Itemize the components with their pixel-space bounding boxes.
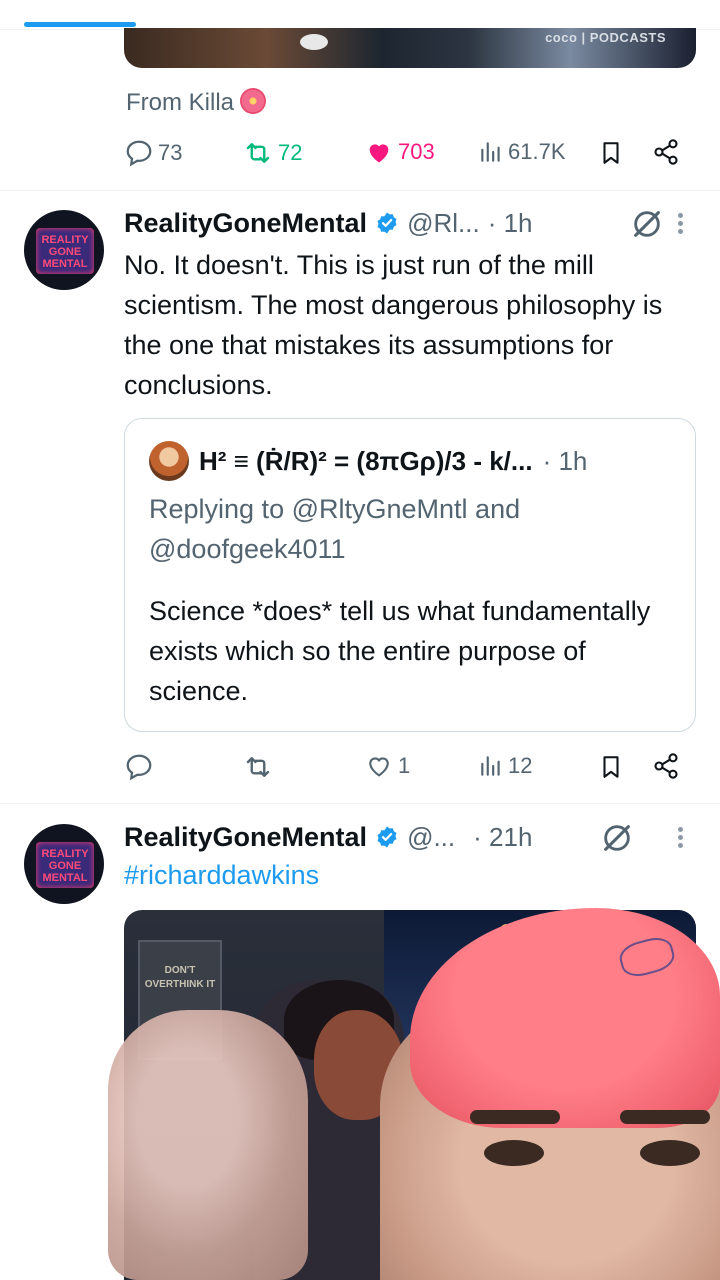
share-icon: [654, 753, 678, 779]
quote-avatar[interactable]: [149, 441, 189, 481]
tweet-divider: [0, 190, 720, 191]
timestamp[interactable]: · 1h: [488, 208, 533, 239]
poster-text: DON'T OVERTHINK IT: [144, 965, 216, 990]
grok-icon[interactable]: [600, 821, 634, 855]
bookmark-icon: [603, 142, 619, 164]
share-icon: [654, 139, 678, 165]
reply-button[interactable]: [124, 752, 158, 782]
active-tab-indicator: [24, 22, 136, 27]
avatar-neon-sign: REALITY GONE MENTAL: [36, 842, 94, 888]
retweet-button[interactable]: [242, 752, 278, 782]
mention-link-1[interactable]: @RltyGneMntl: [292, 494, 468, 524]
timestamp[interactable]: · 21h: [473, 822, 532, 853]
more-options-icon[interactable]: [670, 824, 690, 854]
mention-link-2[interactable]: @doofgeek4011: [149, 534, 346, 564]
tweet-header: RealityGoneMental @... · 21h: [124, 819, 634, 855]
hibiscus-icon: [240, 88, 267, 114]
quote-text: Science *does* tell us what fundamentall…: [149, 596, 651, 706]
replying-to-label: Replying to: [149, 494, 292, 524]
media-object: [300, 34, 328, 50]
verified-badge-icon: [377, 826, 397, 848]
retweet-count: 72: [278, 140, 303, 165]
like-button[interactable]: 1: [364, 752, 410, 780]
views-chart-icon: [481, 142, 500, 162]
like-button[interactable]: 703: [364, 138, 435, 166]
overlay-hand: [108, 1010, 308, 1280]
avatar-text: REALITY GONE MENTAL: [41, 234, 89, 270]
avatar-neon-sign: REALITY GONE MENTAL: [36, 228, 94, 274]
tweet-action-bar: 73 72 703 61.7K: [124, 138, 684, 172]
verified-badge-icon: [377, 212, 397, 234]
retweet-icon: [246, 143, 270, 163]
replying-to-line: Replying to @RltyGneMntl and @doofgeek40…: [149, 489, 669, 569]
quote-timestamp: · 1h: [542, 445, 588, 476]
retweet-icon: [246, 757, 270, 777]
share-button[interactable]: [652, 138, 680, 166]
handle[interactable]: @Rl...: [407, 208, 480, 239]
like-count: 703: [398, 139, 435, 164]
share-button[interactable]: [652, 752, 680, 780]
reply-button[interactable]: 73: [124, 138, 182, 168]
overlay-eyebrow: [470, 1110, 560, 1124]
reply-icon: [126, 754, 152, 781]
overlay-eyebrow: [620, 1110, 710, 1124]
quote-display-name: H² ≡ (Ṙ/R)² = (8πGρ)/3 - k/...: [199, 445, 533, 476]
tweet-header: RealityGoneMental @Rl... · 1h: [124, 205, 664, 241]
avatar[interactable]: REALITY GONE MENTAL: [24, 210, 104, 290]
tweet-divider: [0, 803, 720, 804]
overlay-eye: [484, 1140, 544, 1166]
views-button[interactable]: 61.7K: [478, 138, 566, 166]
tweet-action-bar: 1 12: [124, 752, 684, 786]
handle[interactable]: @...: [407, 822, 455, 853]
view-count: 61.7K: [508, 139, 566, 164]
reply-count: 73: [158, 140, 183, 165]
view-count: 12: [508, 753, 533, 778]
tweet-text: No. It doesn't. This is just run of the …: [124, 250, 663, 400]
retweet-button[interactable]: 72: [242, 138, 302, 168]
media-watermark: coco | PODCASTS: [545, 30, 666, 45]
quote-header: H² ≡ (Ṙ/R)² = (8πGρ)/3 - k/... · 1h: [149, 441, 587, 481]
display-name[interactable]: RealityGoneMental: [124, 822, 367, 853]
attribution-text: From Killa: [126, 89, 235, 116]
views-chart-icon: [481, 756, 500, 776]
display-name[interactable]: RealityGoneMental: [124, 208, 367, 239]
avatar-text: REALITY GONE MENTAL: [41, 848, 89, 884]
heart-filled-icon: [369, 144, 389, 163]
avatar[interactable]: REALITY GONE MENTAL: [24, 824, 104, 904]
bookmark-icon: [603, 756, 619, 778]
hashtag-link[interactable]: #richarddawkins: [124, 860, 319, 891]
quoted-tweet[interactable]: H² ≡ (Ṙ/R)² = (8πGρ)/3 - k/... · 1h Repl…: [124, 418, 696, 732]
grok-icon[interactable]: [630, 207, 664, 241]
top-tab-strip: [0, 0, 720, 30]
bookmark-button[interactable]: [598, 138, 624, 168]
bookmark-button[interactable]: [598, 752, 624, 782]
media-attribution[interactable]: From Killa: [126, 88, 267, 117]
more-options-icon[interactable]: [670, 210, 690, 240]
tweet-media-video[interactable]: coco | PODCASTS: [124, 28, 696, 68]
heart-outline-icon: [369, 757, 389, 777]
replying-and-label: and: [467, 494, 521, 524]
like-count: 1: [398, 753, 411, 778]
overlay-eye: [640, 1140, 700, 1166]
views-button[interactable]: 12: [478, 752, 532, 780]
reply-icon: [126, 140, 152, 167]
